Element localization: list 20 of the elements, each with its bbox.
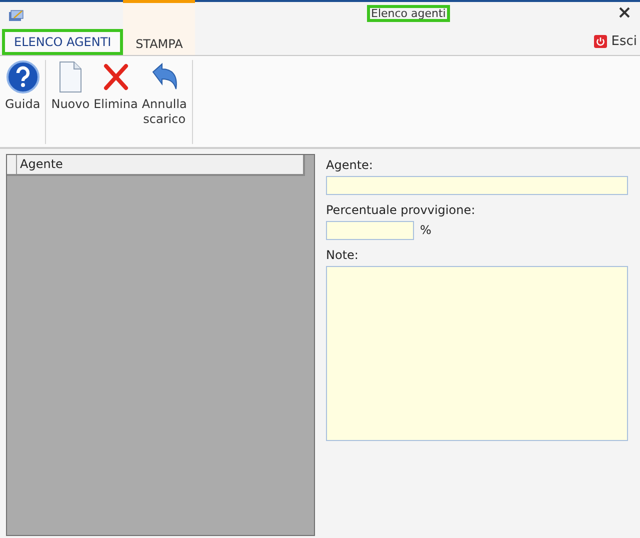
toolbar-button[interactable]: Elimina [92, 60, 139, 144]
field-label: Percentuale provvigione: [326, 203, 476, 219]
unit-label: % [420, 222, 432, 236]
notes-field[interactable] [326, 266, 628, 441]
window-title: Elenco agenti [367, 5, 450, 22]
field-label: Note: [326, 248, 360, 264]
close-icon[interactable] [619, 7, 630, 18]
input-field[interactable] [326, 176, 628, 195]
field-label: Agente: [326, 158, 374, 174]
column-header[interactable]: Agente [17, 155, 66, 174]
input-field[interactable] [326, 221, 414, 240]
toolbar-button[interactable]: Annulla scarico [140, 60, 188, 144]
toolbar-button[interactable]: Guida [4, 60, 42, 144]
toolbar-button[interactable]: Nuovo [50, 60, 91, 144]
help-icon [6, 60, 40, 94]
app-icon [8, 10, 24, 22]
tab[interactable]: ELENCO AGENTI [2, 29, 124, 55]
exit-button[interactable]: Esci [594, 34, 637, 49]
tab[interactable]: STAMPA [123, 0, 196, 55]
power-icon [594, 35, 608, 48]
